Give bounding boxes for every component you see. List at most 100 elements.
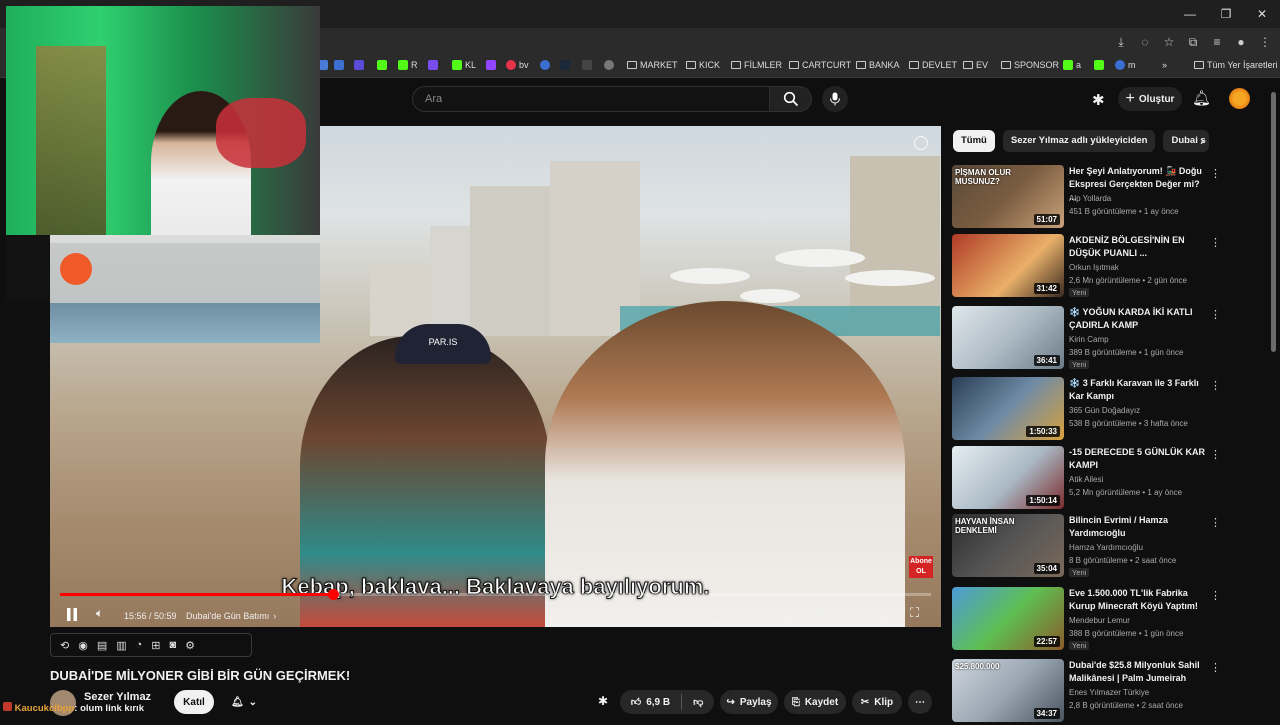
recommendation-channel[interactable]: Alp Yollarda xyxy=(1069,194,1111,203)
progress-bar[interactable] xyxy=(60,589,931,600)
recommendation-channel[interactable]: Mendebur Lemur xyxy=(1069,616,1130,625)
bookmark-sponsor[interactable]: SPONSOR xyxy=(1001,60,1059,70)
more-options-icon[interactable]: ⋮ xyxy=(1210,516,1221,529)
recommendation-item[interactable]: $25.800.000 34:37 Dubai'de $25.8 Milyonluk… xyxy=(952,659,1222,725)
camera-icon[interactable]: ◙ xyxy=(170,639,177,651)
scrollbar[interactable] xyxy=(1271,92,1276,352)
settings-icon[interactable]: ⚙︎ xyxy=(814,605,826,621)
settings-overlay-icon[interactable] xyxy=(914,136,928,150)
recommendation-item[interactable]: 1:50:33 ❄️ 3 Farklı Karavan ile 3 Farklı … xyxy=(952,377,1222,443)
dislike-icon[interactable]: 👎︎ xyxy=(693,696,703,708)
more-options-icon[interactable]: ⋮ xyxy=(1210,379,1221,392)
notifications-icon[interactable]: 🔔︎ xyxy=(1192,89,1211,107)
film-icon[interactable]: ▤ xyxy=(97,639,107,652)
recommendation-channel[interactable]: 365 Gün Doğadayız xyxy=(1069,406,1140,415)
subtitles-icon[interactable]: ▥ xyxy=(116,639,126,652)
bookmarks-overflow-icon[interactable]: » xyxy=(1162,60,1167,70)
recommendation-item[interactable]: 22:57 Eve 1.500.000 TL'lik Fabrika Kurup … xyxy=(952,587,1222,653)
thumbnail[interactable]: $25.800.000 34:37 xyxy=(952,659,1064,722)
bookmark-ev[interactable]: EV xyxy=(963,60,988,70)
search-button[interactable] xyxy=(770,86,812,112)
chapter-button[interactable]: Dubai'de Gün Batımı › xyxy=(186,611,276,621)
thumbnail[interactable]: 22:57 xyxy=(952,587,1064,650)
more-actions-button[interactable]: ⋯ xyxy=(908,690,932,714)
recommendation-channel[interactable]: Atik Ailesi xyxy=(1069,475,1103,484)
bookmark-all[interactable]: Tüm Yer İşaretleri xyxy=(1194,60,1278,70)
bookmark-r[interactable]: R xyxy=(398,60,418,70)
recommendation-item[interactable]: 1:50:14 -15 DERECEDE 5 GÜNLÜK KAR KAMPI At… xyxy=(952,446,1222,512)
search-input[interactable]: Ara xyxy=(412,86,770,112)
progress-scrubber[interactable] xyxy=(327,589,339,600)
more-options-icon[interactable]: ⋮ xyxy=(1210,167,1221,180)
recommendation-item[interactable]: 36:41 ❄️ YOĞUN KARDA İKİ KATLI ÇADIRLA KA… xyxy=(952,306,1222,372)
bookmark-kl[interactable]: KL xyxy=(452,60,476,70)
bookmark-devlet[interactable]: DEVLET xyxy=(909,60,957,70)
bookmark-filmler[interactable]: FİLMLER xyxy=(731,60,782,70)
more-options-icon[interactable]: ⋮ xyxy=(1210,661,1221,674)
like-icon[interactable]: 👍︎ xyxy=(631,696,641,708)
recommendation-channel[interactable]: Enes Yılmazer Türkiye xyxy=(1069,688,1149,697)
star-icon[interactable]: ☆ xyxy=(1162,35,1176,49)
recommendation-item[interactable]: HAYVAN İNSAN DENKLEMİ 35:04 Bilincin Evrim… xyxy=(952,514,1222,580)
thumbnail[interactable]: 36:41 xyxy=(952,306,1064,369)
thumbnail[interactable]: 31:42 xyxy=(952,234,1064,297)
autoplay-toggle[interactable]: ⏸︎ xyxy=(747,610,752,621)
theater-icon[interactable]: ▭ xyxy=(878,607,889,621)
chevron-right-icon[interactable]: › xyxy=(1200,133,1204,148)
extensions-icon[interactable]: ⧉ xyxy=(1186,35,1200,50)
volume-icon[interactable]: 🔈︎ xyxy=(96,606,103,621)
save-button[interactable]: ⎘ Kaydet xyxy=(784,690,846,714)
bookmark-market[interactable]: MARKET xyxy=(627,60,678,70)
chip-all[interactable]: Tümü xyxy=(953,130,995,152)
clip-button[interactable]: ✂ Klip xyxy=(852,690,902,714)
recommendation-title[interactable]: -15 DERECEDE 5 GÜNLÜK KAR KAMPI xyxy=(1069,446,1209,472)
add-icon[interactable]: ⊞ xyxy=(151,639,160,652)
puzzle-icon[interactable]: ✱ xyxy=(1092,91,1105,109)
thumbnail[interactable]: 1:50:33 xyxy=(952,377,1064,440)
gear-icon[interactable]: ⚙︎ xyxy=(185,639,195,652)
menu-icon[interactable]: ⋮ xyxy=(1258,35,1272,49)
bookmark-bv[interactable]: bv xyxy=(506,60,529,70)
bookmark-m[interactable]: m xyxy=(1115,60,1136,70)
chip-uploader[interactable]: Sezer Yılmaz adlı yükleyiciden xyxy=(1002,130,1156,152)
speed-icon[interactable]: ◔ xyxy=(136,639,143,651)
create-button[interactable]: + Oluştur xyxy=(1118,87,1182,111)
recommendation-title[interactable]: ❄️ YOĞUN KARDA İKİ KATLI ÇADIRLA KAMP xyxy=(1069,306,1209,332)
join-button[interactable]: Katıl xyxy=(174,690,214,714)
recommendation-item[interactable]: PİŞMAN OLUR MUSUNUZ? 51:07 Her Şeyi Anlatı… xyxy=(952,165,1222,231)
recommendation-channel[interactable]: Kirin Camp xyxy=(1069,335,1109,344)
bookmark-kick[interactable]: KICK xyxy=(686,60,720,70)
ai-icon[interactable]: ✱ xyxy=(598,694,608,708)
avatar[interactable] xyxy=(1229,88,1250,109)
install-icon[interactable]: ⤓ xyxy=(1114,35,1128,50)
more-options-icon[interactable]: ⋮ xyxy=(1210,448,1221,461)
more-options-icon[interactable]: ⋮ xyxy=(1210,236,1221,249)
recommendation-item[interactable]: 31:42 AKDENİZ BÖLGESİ'NİN EN DÜŞÜK PUANLI… xyxy=(952,234,1222,300)
thumbnail[interactable]: 1:50:14 xyxy=(952,446,1064,509)
thumbnail[interactable]: PİŞMAN OLUR MUSUNUZ? 51:07 xyxy=(952,165,1064,228)
recommendation-title[interactable]: ❄️ 3 Farklı Karavan ile 3 Farklı Kar Kam… xyxy=(1069,377,1209,403)
audio-icon[interactable]: ◉ xyxy=(78,639,88,652)
thumbnail[interactable]: HAYVAN İNSAN DENKLEMİ 35:04 xyxy=(952,514,1064,577)
more-options-icon[interactable]: ⋮ xyxy=(1210,589,1221,602)
pause-button[interactable] xyxy=(66,608,78,621)
loop-icon[interactable]: ⟲ xyxy=(60,639,69,652)
recommendation-title[interactable]: Bilincin Evrimi / Hamza Yardımcıoğlu xyxy=(1069,514,1209,540)
bookmark-cartcurt[interactable]: CARTCURT xyxy=(789,60,851,70)
close-icon[interactable]: ✕ xyxy=(1244,0,1280,28)
eye-off-icon[interactable]: ◌ xyxy=(1138,35,1152,49)
media-icon[interactable]: ≡ xyxy=(1210,35,1224,49)
recommendation-title[interactable]: AKDENİZ BÖLGESİ'NİN EN DÜŞÜK PUANLI ... xyxy=(1069,234,1209,260)
more-options-icon[interactable]: ⋮ xyxy=(1210,308,1221,321)
bookmark-banka[interactable]: BANKA xyxy=(856,60,900,70)
miniplayer-icon[interactable]: ⧈ xyxy=(846,606,854,621)
profile-icon[interactable]: ● xyxy=(1234,35,1248,49)
fullscreen-icon[interactable]: ⛶ xyxy=(910,605,919,621)
minimize-icon[interactable]: — xyxy=(1172,0,1208,28)
captions-icon[interactable]: ▭ xyxy=(782,608,792,621)
recommendation-title[interactable]: Eve 1.500.000 TL'lik Fabrika Kurup Minec… xyxy=(1069,587,1209,613)
recommendation-title[interactable]: Dubai'de $25.8 Milyonluk Sahil Malikânes… xyxy=(1069,659,1209,685)
recommendation-channel[interactable]: Hamza Yardımcıoğlu xyxy=(1069,543,1143,552)
restore-icon[interactable]: ❐ xyxy=(1208,0,1244,28)
bell-button[interactable]: 🔔︎ ⌄ xyxy=(222,690,266,714)
